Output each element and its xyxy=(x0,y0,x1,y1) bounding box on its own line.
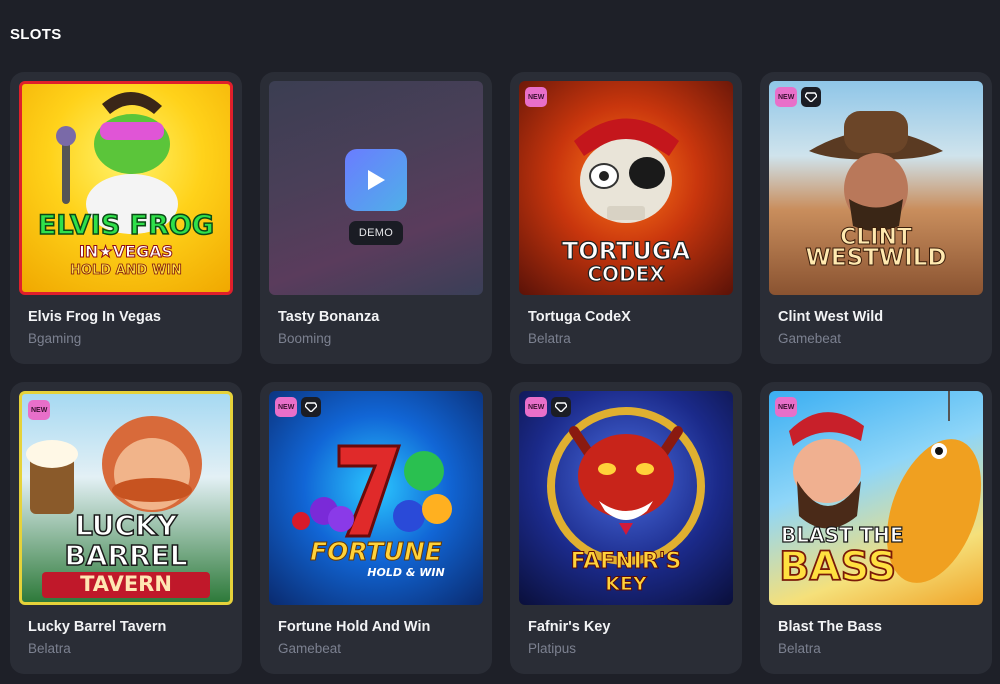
play-icon xyxy=(368,170,385,190)
art-title-line-3: HOLD AND WIN xyxy=(70,263,183,278)
game-provider: Belatra xyxy=(778,641,821,656)
game-card-lucky-barrel-tavern[interactable]: NEW LUCKY BARREL TAVERN Lucky Barrel Tav… xyxy=(10,382,242,674)
art-title-line-1: BLAST THE xyxy=(780,523,904,547)
game-thumbnail[interactable]: NEW FAFNIR'S KEY xyxy=(519,391,733,605)
game-title[interactable]: Blast The Bass xyxy=(769,619,983,635)
gem-icon xyxy=(801,87,822,107)
game-provider: Booming xyxy=(278,331,332,346)
game-provider: Platipus xyxy=(528,641,577,656)
art-title-line-2: BARREL xyxy=(64,539,189,572)
game-card-tasty-bonanza[interactable]: DEMO Tasty Bonanza Booming xyxy=(260,72,492,364)
game-card-clint-west-wild[interactable]: NEW CLINT WESTWILD Clint West Wild Gameb… xyxy=(760,72,992,364)
badge-group: NEW xyxy=(525,397,572,417)
badge-group: NEW xyxy=(28,400,51,420)
new-badge: NEW xyxy=(775,87,798,107)
art-title-line-1: FAFNIR'S xyxy=(570,549,682,574)
badge-group: NEW xyxy=(275,397,322,417)
new-badge: NEW xyxy=(275,397,298,417)
gem-icon xyxy=(301,397,322,417)
section-title: SLOTS xyxy=(10,26,62,43)
game-card-blast-the-bass[interactable]: NEW BLAST THE BASS Blast The Bass Belatr… xyxy=(760,382,992,674)
game-card-elvis-frog[interactable]: ELVIS FROG IN★VEGAS HOLD AND WIN Elvis F… xyxy=(10,72,242,364)
game-thumbnail[interactable]: NEW FORTUNE HOLD & WIN xyxy=(269,391,483,605)
new-badge: NEW xyxy=(525,87,548,107)
game-thumbnail[interactable]: NEW CLINT WESTWILD xyxy=(769,81,983,295)
badge-group: NEW xyxy=(775,87,822,107)
game-provider: Gamebeat xyxy=(278,641,342,656)
game-card-fafnirs-key[interactable]: NEW FAFNIR'S KEY Fafnir's Key Platipus xyxy=(510,382,742,674)
gem-icon xyxy=(551,397,572,417)
game-title[interactable]: Elvis Frog In Vegas xyxy=(19,309,233,325)
art-title-line-1: TORTUGA xyxy=(561,237,691,265)
game-title[interactable]: Fafnir's Key xyxy=(519,619,733,635)
new-badge: NEW xyxy=(28,400,51,420)
art-title-line-1: ELVIS FROG xyxy=(37,210,215,241)
game-provider: Belatra xyxy=(28,641,71,656)
game-title[interactable]: Tortuga CodeX xyxy=(519,309,733,325)
game-thumbnail[interactable]: DEMO xyxy=(269,81,483,295)
badge-group: NEW xyxy=(775,397,798,417)
new-badge: NEW xyxy=(525,397,548,417)
game-thumbnail[interactable]: NEW LUCKY BARREL TAVERN xyxy=(19,391,233,605)
art-title-line-3: TAVERN xyxy=(80,572,172,596)
art-title-line-2: CODEX xyxy=(587,262,666,286)
art-title-line-2: IN★VEGAS xyxy=(78,242,174,261)
game-card-tortuga-codex[interactable]: NEW TORTUGA CODEX Tortuga CodeX Belatra xyxy=(510,72,742,364)
game-grid: ELVIS FROG IN★VEGAS HOLD AND WIN Elvis F… xyxy=(10,72,992,674)
art-title-line-2: KEY xyxy=(605,573,647,595)
game-card-fortune-hold-and-win[interactable]: NEW FORTUNE HOLD & WIN Fortune Hold And … xyxy=(260,382,492,674)
game-title[interactable]: Lucky Barrel Tavern xyxy=(19,619,233,635)
art-title-line-1: FORTUNE xyxy=(310,537,443,566)
game-provider: Bgaming xyxy=(28,331,82,346)
game-thumbnail[interactable]: NEW BLAST THE BASS xyxy=(769,391,983,605)
game-title[interactable]: Tasty Bonanza xyxy=(269,309,483,325)
game-provider: Gamebeat xyxy=(778,331,842,346)
art-title-line-2: HOLD & WIN xyxy=(367,566,445,579)
art-title-line-1: LUCKY xyxy=(74,509,178,542)
art-title-line-2: WESTWILD xyxy=(805,245,947,271)
art-title-line-2: BASS xyxy=(778,544,897,590)
badge-group: NEW xyxy=(525,87,548,107)
game-title[interactable]: Fortune Hold And Win xyxy=(269,619,483,635)
play-button[interactable] xyxy=(345,149,407,211)
game-title[interactable]: Clint West Wild xyxy=(769,309,983,325)
demo-button[interactable]: DEMO xyxy=(349,221,403,245)
game-thumbnail[interactable]: ELVIS FROG IN★VEGAS HOLD AND WIN xyxy=(19,81,233,295)
new-badge: NEW xyxy=(775,397,798,417)
game-thumbnail[interactable]: NEW TORTUGA CODEX xyxy=(519,81,733,295)
game-provider: Belatra xyxy=(528,331,571,346)
